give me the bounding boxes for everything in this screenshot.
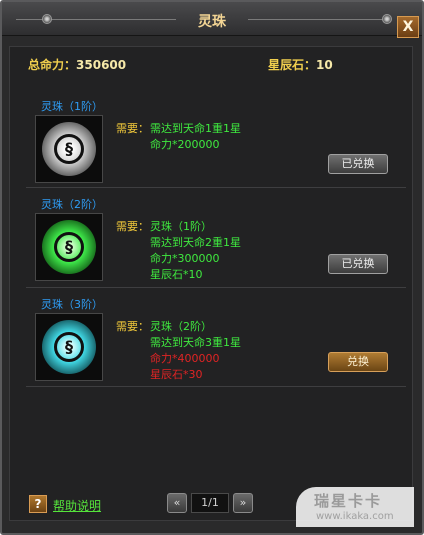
page-indicator: 1/1 [191, 493, 229, 513]
orb-1-req-2: 命力*200000 [150, 138, 220, 151]
rune-icon: § [54, 134, 84, 164]
total-power: 总命力：350600 [28, 56, 126, 73]
star-stone-value: 10 [316, 58, 333, 72]
orb-1-need-label: 需要： [116, 122, 149, 135]
watermark-brand: 瑞星卡卡 [314, 492, 383, 510]
help-link[interactable]: 帮助说明 [53, 497, 101, 514]
orb-3-exchange-button[interactable]: 兑换 [328, 352, 388, 372]
close-button[interactable]: X [397, 16, 419, 38]
orb-2-req-1: 灵珠（1阶） [150, 220, 212, 233]
orb-3-icon-frame[interactable]: § [35, 313, 103, 381]
orb-3-need-label: 需要： [116, 320, 149, 333]
orb-3-req-1: 灵珠（2阶） [150, 320, 212, 333]
orb-2-req-2: 需达到天命2重1星 [150, 236, 241, 249]
orb-3-title: 灵珠（3阶） [41, 298, 103, 311]
orb-3-req-3: 命力*400000 [150, 352, 220, 365]
help-icon[interactable]: ? [29, 495, 47, 513]
divider [26, 187, 406, 188]
orb-2-title: 灵珠（2阶） [41, 198, 103, 211]
orb-1-icon-frame[interactable]: § [35, 115, 103, 183]
orb-3-icon: § [42, 320, 96, 374]
divider [26, 287, 406, 288]
orb-3-req-4: 星辰石*30 [150, 368, 203, 381]
star-stone-label: 星辰石： [268, 58, 317, 72]
orb-3-req-2: 需达到天命3重1星 [150, 336, 241, 349]
next-page-button[interactable]: » [233, 493, 253, 513]
divider [26, 386, 406, 387]
watermark-url: www.ikaka.com [316, 511, 394, 522]
total-power-value: 350600 [76, 58, 127, 72]
orb-2-req-3: 命力*300000 [150, 252, 220, 265]
orb-2-req-4: 星辰石*10 [150, 268, 203, 281]
star-stone: 星辰石：10 [268, 56, 333, 73]
orb-1-req-1: 需达到天命1重1星 [150, 122, 241, 135]
orb-1-exchanged-button[interactable]: 已兑换 [328, 154, 388, 174]
rune-icon: § [54, 332, 84, 362]
orb-2-exchanged-button[interactable]: 已兑换 [328, 254, 388, 274]
window-title: 灵珠 [198, 14, 226, 30]
orb-2-icon-frame[interactable]: § [35, 213, 103, 281]
orb-1-title: 灵珠（1阶） [41, 100, 103, 113]
orb-1-icon: § [42, 122, 96, 176]
title-bar: 灵珠 [2, 2, 422, 36]
rune-icon: § [54, 232, 84, 262]
orb-2-need-label: 需要： [116, 220, 149, 233]
watermark: 瑞星卡卡 www.ikaka.com [296, 487, 414, 527]
total-power-label: 总命力： [28, 58, 77, 72]
prev-page-button[interactable]: « [167, 493, 187, 513]
orb-2-icon: § [42, 220, 96, 274]
